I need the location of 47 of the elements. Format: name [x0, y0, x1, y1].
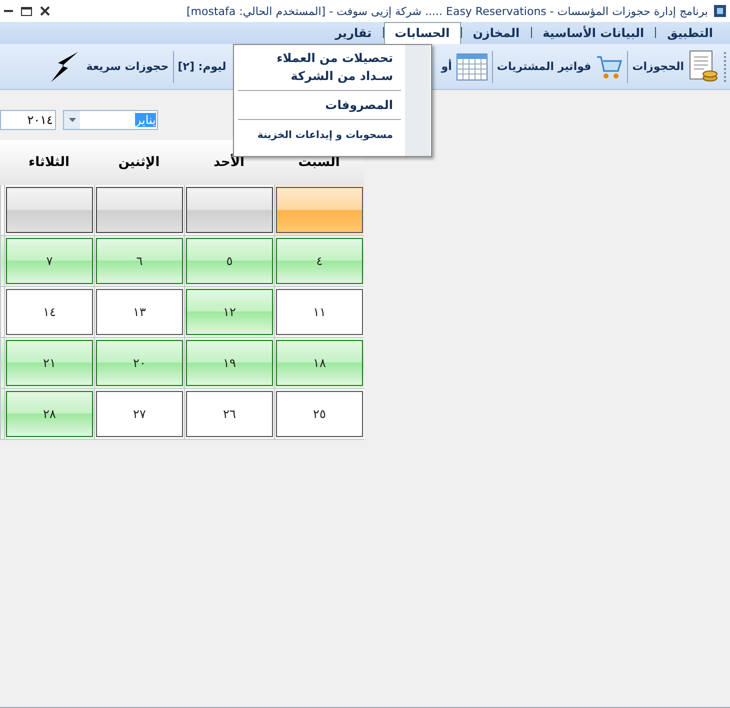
- day-cell[interactable]: ١١: [276, 289, 363, 335]
- day-cell[interactable]: ٢٦: [186, 391, 273, 437]
- document-coins-icon: [688, 50, 718, 84]
- caret-icon: [68, 118, 76, 122]
- minimize-icon[interactable]: [4, 10, 13, 12]
- app-icon: [714, 5, 726, 17]
- day-cell[interactable]: [276, 187, 363, 233]
- day-cell[interactable]: ١٩: [186, 340, 273, 386]
- day-cell[interactable]: [6, 187, 93, 233]
- weekday-header: الثلاثاء: [28, 155, 70, 170]
- window-title: برنامج إدارة حجوزات المؤسسات - Easy Reservations ..... شركة إزيى سوفت - [المستخدم الحالي: mostafa]: [186, 4, 708, 18]
- day-cell[interactable]: [96, 187, 183, 233]
- day-cell[interactable]: ٢٥: [276, 391, 363, 437]
- weekday-header: السبت: [298, 155, 340, 170]
- day-cell[interactable]: ١٤: [6, 289, 93, 335]
- menu-item[interactable]: التطبيق: [656, 22, 724, 44]
- day-cell[interactable]: ١٢: [186, 289, 273, 335]
- day-cell[interactable]: ١٣: [96, 289, 183, 335]
- calendar-icon: [456, 52, 488, 80]
- menu-item[interactable]: الحسابات: [384, 22, 461, 44]
- toolbar-button[interactable]: ليوم: [٢]: [178, 60, 226, 73]
- menu-option[interactable]: المصروفات: [234, 96, 431, 114]
- day-cell[interactable]: ٢١: [6, 340, 93, 386]
- day-cell[interactable]: ٢٨: [6, 391, 93, 437]
- menu-option[interactable]: تحصيلات من العملاء: [234, 49, 431, 67]
- close-icon[interactable]: [40, 6, 50, 16]
- day-cell[interactable]: ٥: [186, 238, 273, 284]
- menu-item[interactable]: المخازن: [462, 22, 531, 44]
- day-cell[interactable]: [186, 187, 273, 233]
- menu-item[interactable]: تقارير: [324, 22, 383, 44]
- toolbar-button[interactable]: أو: [441, 60, 452, 73]
- day-cell[interactable]: ١٨: [276, 340, 363, 386]
- restore-icon[interactable]: [21, 6, 32, 16]
- menu-item[interactable]: البيانات الأساسية: [532, 22, 656, 44]
- year-field[interactable]: ٢٠١٤: [0, 110, 56, 130]
- weekday-header: الأحد: [214, 155, 245, 170]
- menu-option[interactable]: سـداد من الشركة: [234, 67, 431, 85]
- day-cell[interactable]: ٤: [276, 238, 363, 284]
- day-cell[interactable]: ٦: [96, 238, 183, 284]
- day-cell[interactable]: ٢٠: [96, 340, 183, 386]
- toolbar-button[interactable]: فواتير المشتريات: [496, 60, 592, 73]
- toolbar-button[interactable]: حجوزات سريعة: [86, 60, 169, 73]
- day-cell[interactable]: ٧: [6, 238, 93, 284]
- toolbar-button[interactable]: الحجوزات: [632, 60, 684, 73]
- weekday-header: الإثنين: [118, 155, 160, 170]
- menu-option[interactable]: مسحوبات و إيداعات الخزينة: [234, 125, 431, 145]
- day-cell[interactable]: ٢٧: [96, 391, 183, 437]
